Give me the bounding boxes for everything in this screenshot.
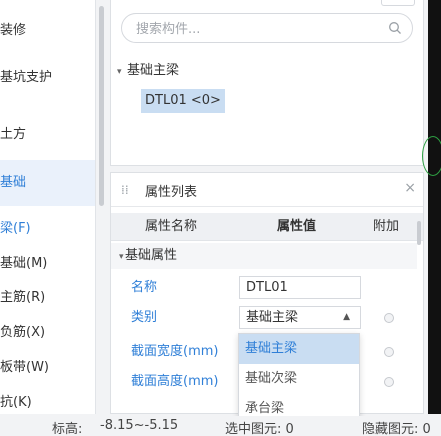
left-scrollbar[interactable] — [96, 0, 108, 414]
component-tree-panel: ▾基础主梁 DTL01 <0> — [110, 0, 424, 166]
group-label: 基础属性 — [125, 248, 178, 263]
category-item-foundation[interactable]: 基础 — [0, 160, 95, 206]
prop-name-category: 类别 — [131, 310, 158, 325]
category-label: 土方 — [0, 127, 27, 142]
extra-checkbox-section-width[interactable] — [384, 347, 394, 357]
category-item-pit-support[interactable]: 基坑支护 — [0, 55, 95, 101]
attribute-table-header: 属性名称 属性值 附加 — [111, 213, 423, 241]
extra-checkbox-section-height[interactable] — [384, 377, 394, 387]
category-label: 基础 — [0, 175, 27, 190]
selected-count: 选中图元: 0 — [225, 422, 294, 436]
attribute-group-basic[interactable]: ▾基础属性 — [111, 243, 417, 269]
tree-group-foundation-main-beam[interactable]: ▾ 基础主梁 — [117, 62, 179, 80]
column-header-extra: 附加 — [373, 219, 400, 234]
sub-item-cut[interactable]: 抗(K) — [0, 392, 32, 414]
sub-item-main-rebar[interactable]: 主筋(R) — [0, 287, 45, 309]
dropdown-option-secondary-beam[interactable]: 基础次梁 — [239, 364, 359, 394]
sub-item-label: 板带(W) — [0, 360, 49, 375]
chevron-down-icon[interactable]: ▾ — [111, 244, 125, 270]
hidden-count: 隐藏图元: 0 — [362, 422, 431, 436]
search-box[interactable] — [121, 13, 413, 43]
status-bar: 标高: -8.15~-5.15 选中图元: 0 隐藏图元: 0 — [0, 416, 441, 436]
category-label: 基坑支护 — [0, 70, 53, 85]
category-item-earthwork[interactable]: 土方 — [0, 112, 95, 158]
prop-name-name: 名称 — [131, 280, 158, 295]
sub-item-negative-rebar[interactable]: 负筋(X) — [0, 322, 45, 344]
sub-item-label: 主筋(R) — [0, 290, 46, 305]
sub-item-foundation[interactable]: 基础(M) — [0, 253, 47, 275]
close-icon[interactable]: × — [404, 180, 416, 196]
column-header-name: 属性名称 — [145, 219, 198, 234]
dropdown-option-main-beam[interactable]: 基础主梁 — [239, 334, 359, 364]
category-select-value: 基础主梁 — [246, 310, 299, 325]
canvas-axis-marker — [422, 136, 441, 176]
sub-item-label: 基础(M) — [0, 256, 48, 271]
chevron-up-icon[interactable]: ▲ — [343, 307, 350, 328]
drawing-canvas[interactable] — [422, 0, 441, 414]
extra-checkbox-category[interactable] — [384, 313, 394, 323]
chevron-down-icon[interactable]: ▾ — [117, 63, 127, 81]
search-input[interactable] — [136, 20, 376, 38]
category-label: 装修 — [0, 23, 27, 38]
panel-title: 属性列表 — [145, 185, 198, 200]
column-header-value: 属性值 — [277, 219, 317, 234]
sub-item-label: 梁(F) — [0, 221, 31, 236]
tree-group-label: 基础主梁 — [127, 63, 180, 78]
name-field[interactable]: DTL01 — [239, 276, 361, 299]
category-item-decoration[interactable]: 装修 — [0, 8, 95, 54]
category-panel: 装修 基坑支护 土方 基础 梁(F) 基础(M) 主筋(R) 负筋(X) 板带(… — [0, 0, 96, 414]
search-icon[interactable] — [388, 21, 402, 35]
elevation-value: -8.15~-5.15 — [100, 418, 179, 433]
prop-name-section-width: 截面宽度(mm) — [131, 344, 219, 359]
prop-name-section-height: 截面高度(mm) — [131, 374, 219, 389]
sub-item-label: 负筋(X) — [0, 325, 46, 340]
sub-item-slab-strip[interactable]: 板带(W) — [0, 357, 49, 379]
canvas-axis-line — [426, 292, 441, 314]
elevation-label: 标高: — [52, 422, 83, 436]
attribute-scrollbar[interactable] — [417, 221, 421, 245]
scrollbar-thumb[interactable] — [99, 6, 104, 206]
tree-node-dtl01[interactable]: DTL01 <0> — [141, 89, 225, 113]
sub-item-foundation-beam[interactable]: 梁(F) — [0, 218, 31, 240]
drag-handle-icon[interactable]: ⁞⁞ — [121, 183, 129, 197]
attribute-panel-header: ⁞⁞ 属性列表 × — [111, 173, 423, 207]
category-select[interactable]: 基础主梁 ▲ — [239, 306, 361, 329]
toolbar-button[interactable] — [381, 0, 415, 6]
category-dropdown-menu: 基础主梁 基础次梁 承台梁 — [238, 333, 360, 425]
sub-item-label: 抗(K) — [0, 395, 32, 410]
